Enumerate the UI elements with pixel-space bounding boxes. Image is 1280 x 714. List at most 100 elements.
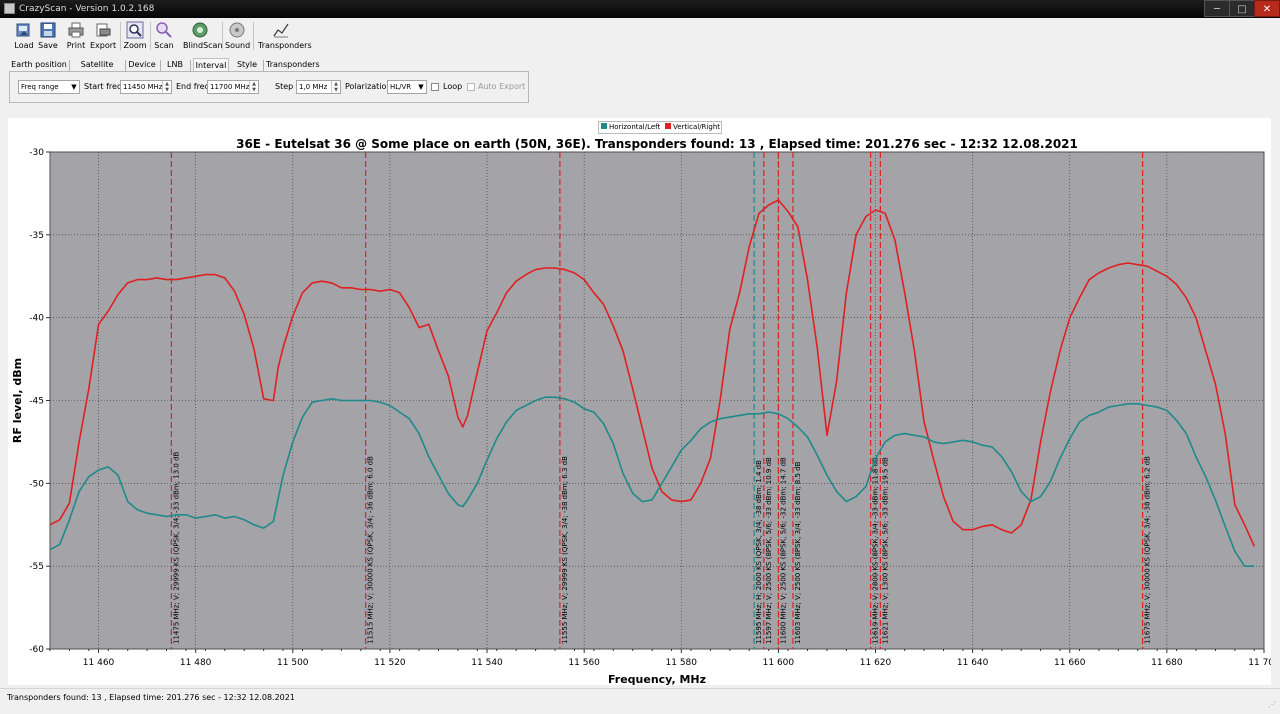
blindscan-icon	[192, 22, 208, 38]
blindscan-button[interactable]: BlindScan	[183, 21, 223, 53]
start-freq-input[interactable]: 11450 MHz ▲ ▼	[120, 80, 172, 94]
chart-legend: Horizontal/Left Vertical/Right	[598, 121, 722, 134]
x-tick-label: 11 600	[763, 658, 795, 668]
x-tick-label: 11 620	[860, 658, 892, 668]
polarization-select[interactable]: HL/VR ▼	[387, 80, 427, 94]
status-text: Transponders found: 13 , Elapsed time: 2…	[7, 693, 295, 702]
legend-item-vertical[interactable]: Vertical/Right	[665, 122, 720, 133]
y-tick-label: -60	[29, 645, 44, 655]
interval-panel: Freq range ▼ Start freq 11450 MHz ▲ ▼ End…	[9, 71, 529, 103]
polarization-label: Polarization	[345, 82, 392, 91]
auto-export-checkbox[interactable]	[467, 83, 475, 91]
tab-lnb[interactable]: LNB	[163, 58, 187, 72]
transponder-marker-label: 11597 MHz; V; 2500 KS (8PSK, 5/6; -33 dB…	[765, 457, 773, 644]
load-icon	[16, 23, 30, 37]
y-tick-label: -50	[29, 479, 44, 489]
print-button[interactable]: Print	[65, 21, 87, 53]
scan-label: Scan	[154, 41, 174, 50]
x-tick-label: 11 560	[568, 658, 600, 668]
load-label: Load	[14, 41, 34, 50]
transponder-marker-label: 11619 MHz; V; 2800 KS (8PSK, 3/4; -33 dB…	[872, 457, 880, 644]
loop-checkbox[interactable]	[431, 83, 439, 91]
y-tick-label: -35	[29, 231, 44, 241]
x-tick-label: 11 700	[1248, 658, 1271, 668]
window-title-bar[interactable]: CrazyScan - Version 1.0.2.168 ─ □ ✕	[0, 0, 1280, 18]
tab-interval[interactable]: Interval	[193, 58, 229, 72]
x-tick-label: 11 480	[180, 658, 212, 668]
chart-title: 36E - Eutelsat 36 @ Some place on earth …	[236, 137, 1078, 151]
sound-icon	[229, 22, 245, 38]
spin-arrows-icon[interactable]: ▲ ▼	[249, 81, 258, 93]
export-label: Export	[90, 41, 117, 50]
tab-device[interactable]: Device	[128, 58, 156, 72]
toolbar-separator	[222, 22, 223, 50]
spin-arrows-icon[interactable]: ▲ ▼	[162, 81, 171, 93]
range-mode-select[interactable]: Freq range ▼	[18, 80, 80, 94]
tab-separator	[160, 60, 161, 71]
end-freq-label: End freq	[176, 82, 210, 91]
transponders-icon	[273, 23, 289, 38]
y-tick-label: -55	[29, 562, 44, 572]
app-icon	[4, 3, 15, 14]
spectrum-chart-svg[interactable]: 36E - Eutelsat 36 @ Some place on earth …	[8, 118, 1271, 685]
scan-icon	[156, 22, 172, 38]
transponder-marker-label: 11475 MHz; V; 29999 KS (QPSK, 3/4; -33 d…	[172, 451, 180, 644]
toolbar-separator	[253, 22, 254, 50]
maximize-button[interactable]: □	[1229, 0, 1255, 17]
x-axis-label: Frequency, MHz	[608, 673, 706, 685]
transponder-marker-label: 11595 MHz; H; 2000 KS (QPSK, 3/4; -38 dB…	[755, 460, 763, 644]
toolbar-separator	[120, 22, 121, 50]
y-tick-label: -30	[29, 148, 44, 158]
legend-swatch-horizontal	[601, 123, 607, 129]
tab-transponders[interactable]: Transponders	[266, 58, 320, 72]
zoom-button[interactable]: Zoom	[123, 21, 147, 53]
x-tick-label: 11 460	[83, 658, 115, 668]
save-label: Save	[38, 41, 58, 50]
x-tick-label: 11 640	[957, 658, 989, 668]
minimize-button[interactable]: ─	[1204, 0, 1230, 17]
save-button[interactable]: Save	[37, 21, 59, 53]
x-tick-label: 11 680	[1151, 658, 1183, 668]
tab-style[interactable]: Style	[234, 58, 260, 72]
tab-separator	[69, 60, 70, 71]
y-axis-label: RF level, dBm	[11, 358, 24, 443]
loop-label: Loop	[443, 82, 463, 91]
step-input[interactable]: 1,0 MHz ▲ ▼	[296, 80, 341, 94]
spectrum-chart[interactable]: 36E - Eutelsat 36 @ Some place on earth …	[8, 118, 1271, 685]
step-label: Step	[275, 82, 294, 91]
x-tick-label: 11 540	[471, 658, 503, 668]
start-freq-value: 11450 MHz	[123, 83, 163, 91]
print-label: Print	[66, 41, 86, 50]
sound-button[interactable]: Sound	[225, 21, 250, 53]
polarization-value: HL/VR	[390, 83, 412, 91]
x-tick-label: 11 660	[1054, 658, 1086, 668]
y-tick-label: -45	[29, 397, 44, 407]
auto-export-label: Auto Export	[478, 82, 526, 91]
step-value: 1,0 MHz	[299, 83, 328, 91]
x-tick-label: 11 580	[666, 658, 698, 668]
tab-separator	[263, 60, 264, 71]
toolbar-separator	[150, 22, 151, 50]
transponders-label: Transponders	[258, 41, 312, 50]
tab-earth-position[interactable]: Earth position	[11, 58, 67, 72]
x-tick-label: 11 520	[374, 658, 406, 668]
export-button[interactable]: Export	[90, 21, 116, 53]
transponder-marker-label: 11515 MHz; V; 30000 KS (QPSK, 3/4; -36 d…	[367, 456, 375, 644]
scan-button[interactable]: Scan	[153, 21, 175, 53]
status-bar: Transponders found: 13 , Elapsed time: 2…	[0, 688, 1280, 709]
legend-swatch-vertical	[665, 123, 671, 129]
transponders-button[interactable]: Transponders	[258, 21, 312, 53]
end-freq-value: 11700 MHz	[210, 83, 250, 91]
zoom-label: Zoom	[123, 41, 147, 50]
blindscan-label: BlindScan	[183, 41, 223, 50]
export-icon	[96, 23, 111, 37]
tab-satellite-info[interactable]: Satellite info	[72, 58, 122, 83]
load-button[interactable]: Load	[13, 21, 35, 53]
close-button[interactable]: ✕	[1254, 0, 1280, 17]
spin-arrows-icon[interactable]: ▲ ▼	[331, 81, 340, 93]
x-tick-label: 11 500	[277, 658, 309, 668]
legend-item-horizontal[interactable]: Horizontal/Left	[601, 122, 660, 133]
resize-grip-icon[interactable]: ⋰	[1268, 696, 1278, 709]
end-freq-input[interactable]: 11700 MHz ▲ ▼	[207, 80, 259, 94]
y-tick-label: -40	[29, 314, 44, 324]
